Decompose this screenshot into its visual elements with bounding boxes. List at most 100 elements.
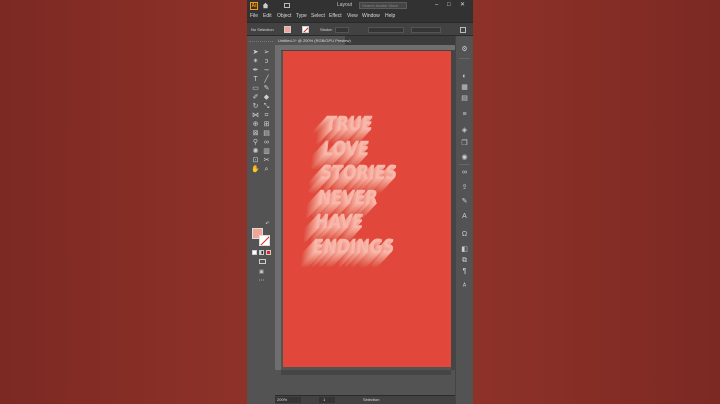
eyedropper-tool-icon[interactable]: ⚲	[251, 139, 260, 147]
column-graph-tool-icon[interactable]: ▥	[262, 148, 271, 156]
pen-tool-icon[interactable]: ✒	[251, 67, 260, 75]
menu-file[interactable]: File	[250, 13, 258, 19]
swatches-panel-icon[interactable]: ▤	[461, 95, 468, 102]
art-line-2: LOVE	[322, 136, 371, 160]
background-left	[0, 0, 247, 404]
menu-help[interactable]: Help	[385, 13, 395, 19]
menu-effect[interactable]: Effect	[329, 13, 342, 19]
stroke-label[interactable]: Stroke:	[320, 27, 333, 32]
art-line-6: ENDINGS	[311, 234, 396, 258]
fill-swatch[interactable]	[284, 26, 291, 33]
stroke-panel-icon[interactable]: ≡	[461, 111, 468, 118]
stroke-swatch[interactable]	[302, 26, 309, 33]
artboard-tool-icon[interactable]: ⊡	[251, 157, 260, 165]
status-bar: 200% 1 Selection	[275, 395, 455, 404]
illustrator-logo-icon: Ai	[250, 2, 258, 10]
magic-wand-tool-icon[interactable]: ✶	[251, 58, 260, 66]
opentype-panel-icon[interactable]: ᴬ	[461, 283, 468, 290]
scale-tool-icon[interactable]: ⤡	[262, 103, 271, 111]
arrange-documents-icon[interactable]	[284, 3, 290, 8]
direct-selection-tool-icon[interactable]: ➢	[262, 49, 271, 57]
illustrator-window: Ai Layout Search Adobe Stock – □ ✕ File …	[247, 0, 473, 404]
horizontal-scrollbar[interactable]	[281, 370, 451, 375]
panel-dock: ⚙ ◐ ▦ ▤ ≡ ◈ ❒ ◉ ∞ ⇪ ✎ A Ω ◧ ⧉ ¶ ᴬ	[455, 36, 473, 404]
stroke-color-swatch[interactable]	[259, 235, 270, 246]
stroke-weight-field[interactable]	[335, 27, 349, 33]
screen-mode-icon[interactable]: ▣	[257, 268, 266, 276]
workspace-switcher[interactable]: Layout	[337, 2, 352, 8]
menu-view[interactable]: View	[347, 13, 358, 19]
layers-panel-icon[interactable]: ◈	[461, 127, 468, 134]
drawing-mode-icon[interactable]	[259, 259, 266, 264]
symbol-sprayer-tool-icon[interactable]: ✺	[251, 148, 260, 156]
menu-select[interactable]: Select	[311, 13, 325, 19]
brush-definition-field[interactable]	[411, 27, 441, 33]
character-panel-icon[interactable]: A	[461, 213, 468, 220]
art-line-5: HAVE	[314, 210, 365, 233]
rectangle-tool-icon[interactable]: ▭	[251, 85, 260, 93]
pathfinder-panel-icon[interactable]: ⧉	[461, 257, 468, 264]
edit-toolbar-icon[interactable]: ⋯	[257, 277, 266, 285]
shaper-tool-icon[interactable]: ✐	[251, 94, 260, 102]
gradient-mode-icon[interactable]	[259, 250, 264, 255]
3d-text-artwork[interactable]: TRUE LOVE STORIES NEVER HAVE ENDINGS	[312, 112, 442, 259]
menu-object[interactable]: Object	[277, 13, 291, 19]
control-bar: No Selection Stroke:	[247, 22, 473, 36]
minimize-button[interactable]: –	[435, 2, 438, 9]
gradient-tool-icon[interactable]: ▤	[262, 130, 271, 138]
page-number[interactable]: 1	[323, 397, 325, 402]
color-guide-icon[interactable]: ▦	[461, 84, 468, 91]
tools-panel: ➤ ➢ ✶ ↄ ✒ ∼ T ╱ ▭ ✎ ✐ ◆ ↻ ⤡ ⋈ ⌗ ⊕ ⊞ ⊠ ▤ …	[249, 45, 273, 284]
zoom-level[interactable]: 200%	[277, 397, 287, 402]
rotate-tool-icon[interactable]: ↻	[251, 103, 260, 111]
mesh-tool-icon[interactable]: ⊠	[251, 130, 260, 138]
appearance-panel-icon[interactable]: ◉	[461, 154, 468, 161]
transparency-panel-icon[interactable]: ◧	[461, 246, 468, 253]
artboards-panel-icon[interactable]: ❒	[461, 140, 468, 147]
none-mode-icon[interactable]	[266, 250, 271, 255]
export-panel-icon[interactable]: ⇪	[461, 184, 468, 191]
home-icon[interactable]	[262, 2, 269, 9]
variable-width-field[interactable]	[368, 27, 404, 33]
paragraph-panel-icon[interactable]: ¶	[461, 268, 468, 275]
properties-panel-icon[interactable]: ⚙	[461, 46, 468, 53]
lasso-tool-icon[interactable]: ↄ	[262, 58, 271, 66]
current-tool-status[interactable]: Selection	[363, 397, 379, 402]
links-panel-icon[interactable]: ∞	[461, 169, 468, 176]
slice-tool-icon[interactable]: ✂	[262, 157, 271, 165]
swap-fill-stroke-icon[interactable]: ↶	[263, 220, 272, 228]
menu-edit[interactable]: Edit	[263, 13, 272, 19]
menu-window[interactable]: Window	[362, 13, 380, 19]
document-tab-bar: Untitled-1* @ 200% (RGB/GPU Preview)	[275, 36, 455, 45]
close-button[interactable]: ✕	[460, 2, 465, 9]
paintbrush-tool-icon[interactable]: ✎	[262, 85, 271, 93]
shape-builder-tool-icon[interactable]: ⊕	[251, 121, 260, 129]
canvas-area[interactable]: TRUE LOVE STORIES NEVER HAVE ENDINGS	[281, 51, 455, 370]
panel-separator	[459, 164, 470, 165]
selection-tool-icon[interactable]: ➤	[251, 49, 260, 57]
page-field-bg	[319, 397, 335, 403]
blend-tool-icon[interactable]: ∞	[262, 139, 271, 147]
selection-status: No Selection	[251, 27, 274, 32]
panel-options-icon[interactable]	[460, 27, 466, 33]
type-tool-icon[interactable]: T	[251, 76, 260, 84]
width-tool-icon[interactable]: ⋈	[251, 112, 260, 120]
brushes-panel-icon[interactable]: ✎	[461, 198, 468, 205]
panel-separator	[459, 58, 470, 59]
hand-tool-icon[interactable]: ✋	[251, 166, 260, 174]
document-tab[interactable]: Untitled-1* @ 200% (RGB/GPU Preview)	[275, 36, 351, 45]
menu-type[interactable]: Type	[296, 13, 307, 19]
zoom-tool-icon[interactable]: ⌕	[262, 166, 271, 174]
free-transform-tool-icon[interactable]: ⌗	[262, 112, 271, 120]
art-line-3: STORIES	[319, 161, 399, 184]
curvature-tool-icon[interactable]: ∼	[262, 67, 271, 75]
artboard[interactable]: TRUE LOVE STORIES NEVER HAVE ENDINGS	[283, 51, 451, 367]
color-panel-icon[interactable]: ◐	[461, 73, 468, 80]
glyphs-panel-icon[interactable]: Ω	[461, 231, 468, 238]
maximize-button[interactable]: □	[447, 2, 451, 9]
color-mode-icon[interactable]	[252, 250, 257, 255]
perspective-grid-tool-icon[interactable]: ⊞	[262, 121, 271, 129]
search-stock-input[interactable]: Search Adobe Stock	[359, 2, 407, 9]
line-segment-tool-icon[interactable]: ╱	[262, 76, 271, 84]
eraser-tool-icon[interactable]: ◆	[262, 94, 271, 102]
